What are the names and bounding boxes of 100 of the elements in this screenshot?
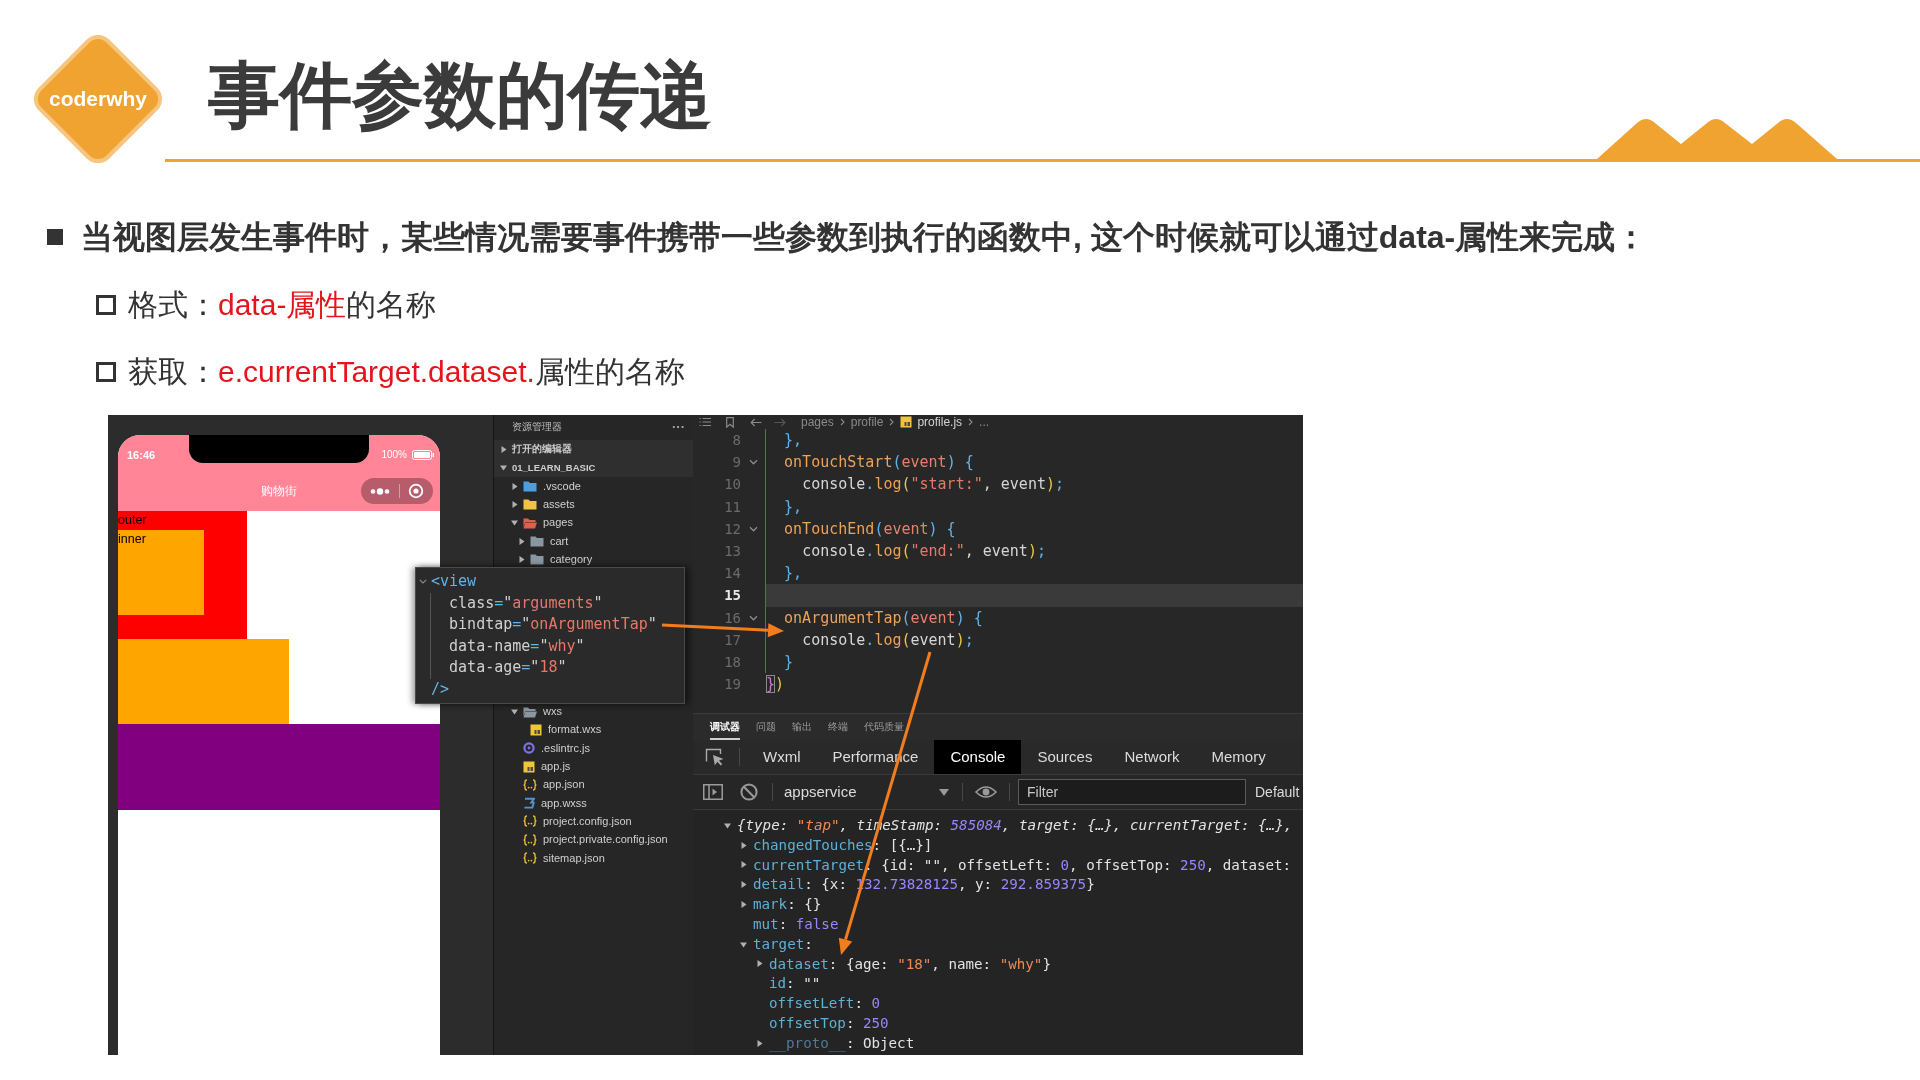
fold-chevron-icon[interactable] [419, 579, 427, 585]
chevron-icon[interactable] [511, 482, 518, 490]
hollow-square-bullet-icon [96, 362, 116, 382]
devtools-tab[interactable]: Memory [1195, 740, 1282, 774]
tree-item[interactable]: assets [494, 495, 693, 514]
context-dropdown[interactable]: appservice [784, 783, 952, 801]
filter-field[interactable]: Filter [1018, 779, 1246, 805]
sidebar-toggle-icon[interactable] [703, 784, 723, 800]
capsule-menu[interactable] [361, 478, 433, 504]
disclosure-triangle-icon[interactable] [740, 881, 748, 890]
code-line: console.log("end:", event); [802, 541, 1046, 560]
fold-chevron-icon[interactable] [748, 459, 758, 466]
panel-tab[interactable]: 代码质量 [864, 714, 904, 740]
devtools-tab[interactable]: Console [934, 740, 1022, 774]
breadcrumb-item[interactable]: profile.js [917, 415, 963, 429]
caret-icon[interactable] [939, 788, 949, 796]
tree-item[interactable]: cart [494, 531, 693, 551]
line-number: 11 [724, 498, 741, 515]
levels-dropdown[interactable]: Default [1255, 784, 1300, 800]
breadcrumb-item[interactable]: profile [850, 415, 884, 429]
list-icon[interactable] [699, 417, 711, 427]
line-number: 10 [724, 476, 741, 493]
tree-item[interactable]: app.js [494, 757, 693, 776]
inspect-icon[interactable] [705, 748, 725, 766]
code-line: console.log(event); [802, 630, 974, 649]
script-file-icon [530, 723, 542, 736]
code-line: class="arguments" [449, 593, 603, 612]
battery-icon [412, 450, 434, 460]
tree-item[interactable]: app.json [494, 775, 693, 794]
code-line: onTouchStart(event) { [784, 453, 974, 472]
line-number: 19 [724, 676, 741, 693]
notch-icon [189, 435, 369, 463]
devtools-tab[interactable]: Sources [1021, 740, 1109, 774]
console-entry: mark: {} [753, 895, 822, 915]
code-line: onTouchEnd(event) { [784, 519, 956, 538]
console-entry: changedTouches: [{…}] [753, 835, 933, 855]
back-arrow-icon[interactable] [750, 417, 762, 427]
line-number: 17 [724, 631, 741, 648]
chevron-icon [839, 418, 845, 426]
panel-tab[interactable]: 终端 [828, 714, 848, 740]
tree-item[interactable]: format.wxs [494, 720, 693, 740]
panel-tab[interactable]: 输出 [792, 714, 812, 740]
code-line: onArgumentTap(event) { [784, 608, 983, 627]
devtools-tab[interactable]: Network [1108, 740, 1196, 774]
tree-item[interactable]: sitemap.json [494, 848, 693, 868]
battery-percentage: 100% [381, 449, 407, 461]
chevron-icon[interactable] [511, 708, 518, 716]
view-label: outer [118, 512, 147, 529]
devtools-tab[interactable]: Wxml [747, 740, 817, 774]
tree-item[interactable]: .eslintrc.js [494, 739, 693, 758]
more-dots-icon[interactable] [369, 487, 390, 495]
chevron-icon[interactable] [518, 555, 525, 563]
breadcrumb-item[interactable]: ... [979, 415, 990, 429]
tree-item[interactable]: app.wxss [494, 793, 693, 813]
bullet-text: 当视图层发生事件时，某些情况需要事件携带一些参数到执行的函数中, 这个时候就可以通过data-属性来完成： [81, 218, 1648, 257]
chevron-icon [889, 418, 895, 426]
eye-icon[interactable] [975, 785, 997, 799]
code-line: data-age="18" [449, 658, 567, 676]
circle-dot-icon[interactable] [408, 483, 425, 499]
console-entry: offsetLeft: 0 [769, 994, 881, 1014]
tree-item[interactable]: .vscode [494, 477, 693, 496]
console-entry: dataset: {age: "18", name: "why"} [769, 954, 1051, 974]
disclosure-triangle-icon[interactable] [756, 960, 764, 969]
disclosure-triangle-icon[interactable] [740, 861, 748, 870]
disclosure-triangle-icon[interactable] [740, 841, 748, 850]
code-line: }) [766, 675, 785, 694]
tree-item[interactable]: wxs [494, 702, 693, 721]
bookmark-icon[interactable] [726, 416, 734, 428]
panel-tab[interactable]: 问题 [756, 714, 776, 740]
fold-chevron-icon[interactable] [748, 614, 758, 621]
tree-item[interactable]: project.config.json [494, 812, 693, 831]
disclosure-triangle-icon[interactable] [740, 940, 748, 949]
console-entry: id: "" [769, 974, 821, 994]
slide-title: 事件参数的传递 [208, 57, 712, 133]
chevron-icon[interactable] [511, 500, 518, 508]
status-time: 16:46 [127, 448, 156, 462]
breadcrumb-item[interactable]: pages [801, 415, 834, 429]
more-actions-button[interactable]: ··· [672, 420, 685, 433]
code-line: } [784, 652, 794, 671]
hollow-square-bullet-icon [96, 295, 116, 315]
tree-item[interactable]: category [494, 550, 693, 569]
disclosure-triangle-icon[interactable] [740, 901, 748, 910]
square-bullet-icon [47, 229, 63, 245]
view-label: inner [118, 531, 146, 548]
tree-item[interactable]: pages [494, 513, 693, 532]
tree-item[interactable]: project.private.config.json [494, 830, 693, 849]
line-number: 15 [724, 587, 741, 604]
chevron-icon[interactable] [500, 445, 507, 453]
tree-section[interactable]: 打开的编辑器 [494, 440, 693, 459]
chevron-icon[interactable] [500, 464, 507, 472]
fold-chevron-icon[interactable] [748, 525, 758, 532]
console-entry: target: [753, 934, 813, 954]
code-line: <view [431, 572, 477, 590]
chevron-icon[interactable] [518, 537, 525, 545]
chevron-icon[interactable] [511, 519, 518, 527]
stylesheet-file-icon [523, 797, 535, 810]
block-icon[interactable] [740, 783, 758, 801]
line-number: 16 [724, 609, 741, 626]
disclosure-triangle-icon[interactable] [756, 1039, 764, 1048]
disclosure-triangle-icon[interactable] [724, 821, 732, 830]
